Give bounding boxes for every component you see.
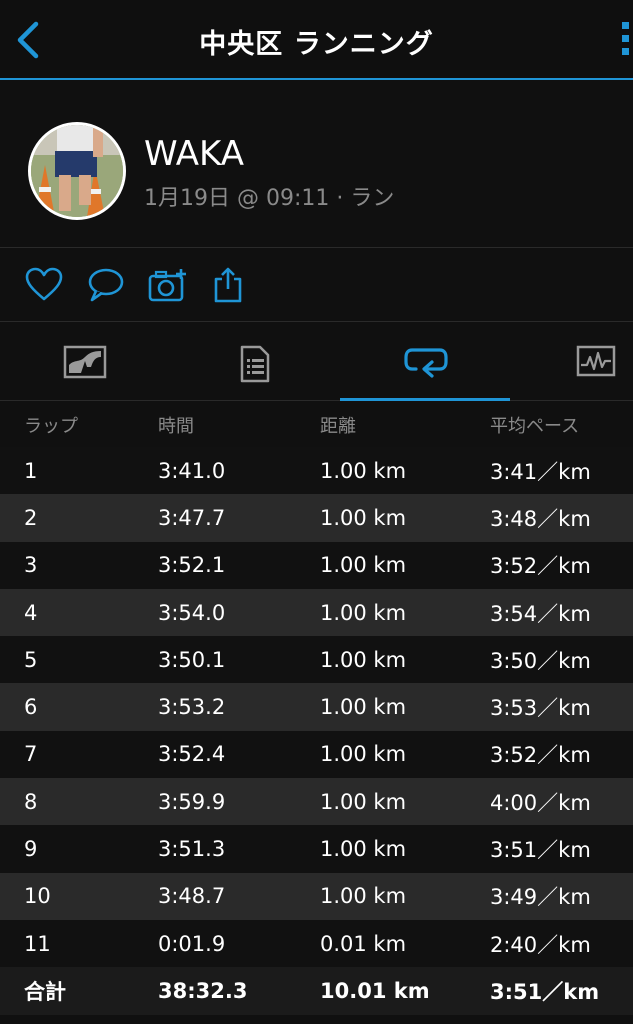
column-header-lap: ラップ xyxy=(24,415,78,437)
tab-stats[interactable] xyxy=(510,323,633,401)
stats-graph-icon xyxy=(576,345,616,377)
like-button[interactable] xyxy=(24,267,64,303)
total-label: 合計 xyxy=(24,980,66,1005)
more-dots-icon xyxy=(622,22,629,29)
lap-number: 7 xyxy=(24,742,38,767)
lap-distance: 1.00 km xyxy=(320,505,407,530)
user-name[interactable]: WAKA xyxy=(144,134,244,174)
table-row[interactable]: 7 3:52.4 1.00 km 3:52／km xyxy=(0,730,633,779)
lap-time: 3:50.1 xyxy=(158,647,226,672)
activity-profile: WAKA 1月19日 @ 09:11 · ラン xyxy=(0,82,633,248)
share-button[interactable] xyxy=(210,267,250,303)
speech-bubble-icon xyxy=(88,268,124,302)
lap-pace: 4:00／km xyxy=(490,790,591,815)
runner-photo xyxy=(31,125,123,217)
lap-number: 10 xyxy=(24,884,51,909)
lap-number: 9 xyxy=(24,837,38,862)
add-photo-button[interactable] xyxy=(148,267,188,303)
lap-number: 2 xyxy=(24,505,38,530)
total-time: 38:32.3 xyxy=(158,979,248,1004)
table-row[interactable]: 4 3:54.0 1.00 km 3:54／km xyxy=(0,588,633,637)
page-title: 中央区 ランニング xyxy=(199,29,434,60)
lap-time: 3:48.7 xyxy=(158,884,226,909)
comment-button[interactable] xyxy=(86,267,126,303)
column-header-pace: 平均ペース xyxy=(490,415,580,437)
details-document-icon xyxy=(240,345,270,383)
lap-distance: 1.00 km xyxy=(320,884,407,909)
more-menu-button[interactable] xyxy=(622,22,633,62)
top-bar: 中央区 ランニング xyxy=(0,0,633,80)
heart-icon xyxy=(25,267,63,301)
lap-pace: 3:41／km xyxy=(490,459,591,484)
column-header-time: 時間 xyxy=(158,415,194,437)
activity-date-type: 1月19日 @ 09:11 · ラン xyxy=(144,186,395,211)
table-row[interactable]: 1 3:41.0 1.00 km 3:41／km xyxy=(0,447,633,495)
tab-map[interactable] xyxy=(0,323,170,401)
lap-number: 5 xyxy=(24,647,38,672)
table-header: ラップ 時間 距離 平均ペース xyxy=(0,402,633,447)
lap-time: 3:51.3 xyxy=(158,837,226,862)
tab-details[interactable] xyxy=(170,323,340,401)
laps-table: ラップ 時間 距離 平均ペース 1 3:41.0 1.00 km 3:41／km… xyxy=(0,402,633,1016)
more-dot xyxy=(622,35,629,42)
column-header-distance: 距離 xyxy=(320,415,356,437)
activity-tabs xyxy=(0,323,633,401)
table-row[interactable]: 2 3:47.7 1.00 km 3:48／km xyxy=(0,494,633,542)
lap-distance: 1.00 km xyxy=(320,789,407,814)
lap-time: 3:41.0 xyxy=(158,458,226,483)
social-actions xyxy=(0,249,633,322)
table-row[interactable]: 5 3:50.1 1.00 km 3:50／km xyxy=(0,636,633,684)
lap-pace: 2:40／km xyxy=(490,932,591,957)
avatar[interactable] xyxy=(28,122,126,220)
table-row[interactable]: 10 3:48.7 1.00 km 3:49／km xyxy=(0,872,633,920)
lap-number: 4 xyxy=(24,600,38,625)
laps-loop-icon xyxy=(404,348,448,378)
lap-pace: 3:50／km xyxy=(490,648,591,673)
lap-time: 0:01.9 xyxy=(158,931,226,956)
lap-pace: 3:54／km xyxy=(490,601,591,626)
lap-pace: 3:48／km xyxy=(490,506,591,531)
lap-distance: 1.00 km xyxy=(320,600,407,625)
table-row[interactable]: 8 3:59.9 1.00 km 4:00／km xyxy=(0,778,633,826)
table-row[interactable]: 3 3:52.1 1.00 km 3:52／km xyxy=(0,541,633,589)
lap-time: 3:47.7 xyxy=(158,505,226,530)
lap-pace: 3:49／km xyxy=(490,885,591,910)
lap-time: 3:53.2 xyxy=(158,695,226,720)
lap-time: 3:52.1 xyxy=(158,553,226,578)
table-row[interactable]: 9 3:51.3 1.00 km 3:51／km xyxy=(0,825,633,873)
lap-number: 1 xyxy=(24,458,38,483)
lap-number: 11 xyxy=(24,931,51,956)
lap-pace: 3:52／km xyxy=(490,554,591,579)
lap-distance: 1.00 km xyxy=(320,458,407,483)
lap-pace: 3:53／km xyxy=(490,696,591,721)
table-row[interactable]: 11 0:01.9 0.01 km 2:40／km xyxy=(0,919,633,968)
lap-distance: 1.00 km xyxy=(320,695,407,720)
lap-pace: 3:51／km xyxy=(490,838,591,863)
lap-time: 3:54.0 xyxy=(158,600,226,625)
share-icon xyxy=(214,267,242,303)
lap-number: 6 xyxy=(24,695,38,720)
lap-distance: 1.00 km xyxy=(320,742,407,767)
lap-number: 8 xyxy=(24,789,38,814)
total-pace: 3:51／km xyxy=(490,980,600,1005)
camera-plus-icon xyxy=(148,269,186,302)
lap-pace: 3:52／km xyxy=(490,743,591,768)
lap-distance: 1.00 km xyxy=(320,553,407,578)
lap-distance: 1.00 km xyxy=(320,837,407,862)
more-dot xyxy=(622,48,629,55)
tab-laps[interactable] xyxy=(340,323,510,401)
lap-distance: 0.01 km xyxy=(320,931,407,956)
lap-number: 3 xyxy=(24,553,38,578)
lap-time: 3:59.9 xyxy=(158,789,226,814)
table-row[interactable]: 6 3:53.2 1.00 km 3:53／km xyxy=(0,683,633,731)
lap-distance: 1.00 km xyxy=(320,647,407,672)
lap-time: 3:52.4 xyxy=(158,742,226,767)
map-chart-icon xyxy=(63,345,107,379)
total-distance: 10.01 km xyxy=(320,979,430,1004)
active-tab-indicator xyxy=(340,398,510,401)
total-row: 合計 38:32.3 10.01 km 3:51／km xyxy=(0,967,633,1016)
